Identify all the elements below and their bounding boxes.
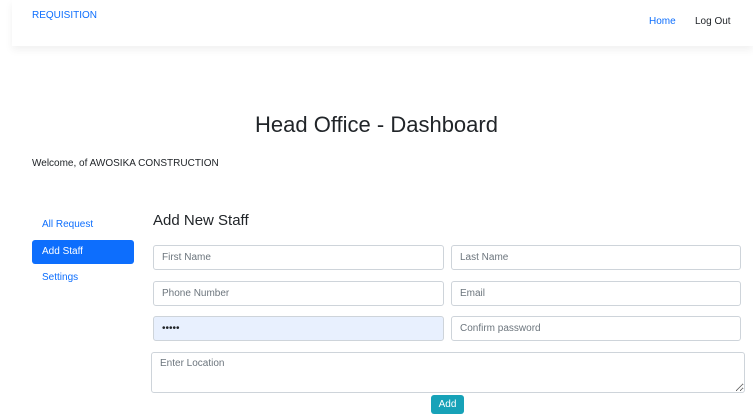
welcome-message: Welcome, of AWOSIKA CONSTRUCTION: [32, 158, 219, 169]
page-title: Head Office - Dashboard: [255, 112, 498, 137]
form-title: Add New Staff: [153, 212, 249, 229]
sidebar-item-all-request[interactable]: All Request: [32, 213, 134, 237]
last-name-input[interactable]: [451, 245, 741, 270]
nav-home-link[interactable]: Home: [649, 16, 676, 27]
password-input[interactable]: [153, 316, 444, 341]
email-input[interactable]: [451, 281, 741, 306]
nav-logout-link[interactable]: Log Out: [695, 16, 731, 27]
location-textarea[interactable]: [151, 352, 745, 393]
top-navbar: REQUISITION Home Log Out: [12, 0, 753, 46]
brand-link[interactable]: REQUISITION: [32, 10, 97, 21]
add-staff-button[interactable]: Add: [431, 395, 464, 414]
confirm-password-input[interactable]: [451, 316, 741, 341]
sidebar-item-add-staff[interactable]: Add Staff: [32, 240, 134, 264]
sidebar-item-settings[interactable]: Settings: [32, 266, 134, 290]
phone-number-input[interactable]: [153, 281, 444, 306]
first-name-input[interactable]: [153, 245, 444, 270]
